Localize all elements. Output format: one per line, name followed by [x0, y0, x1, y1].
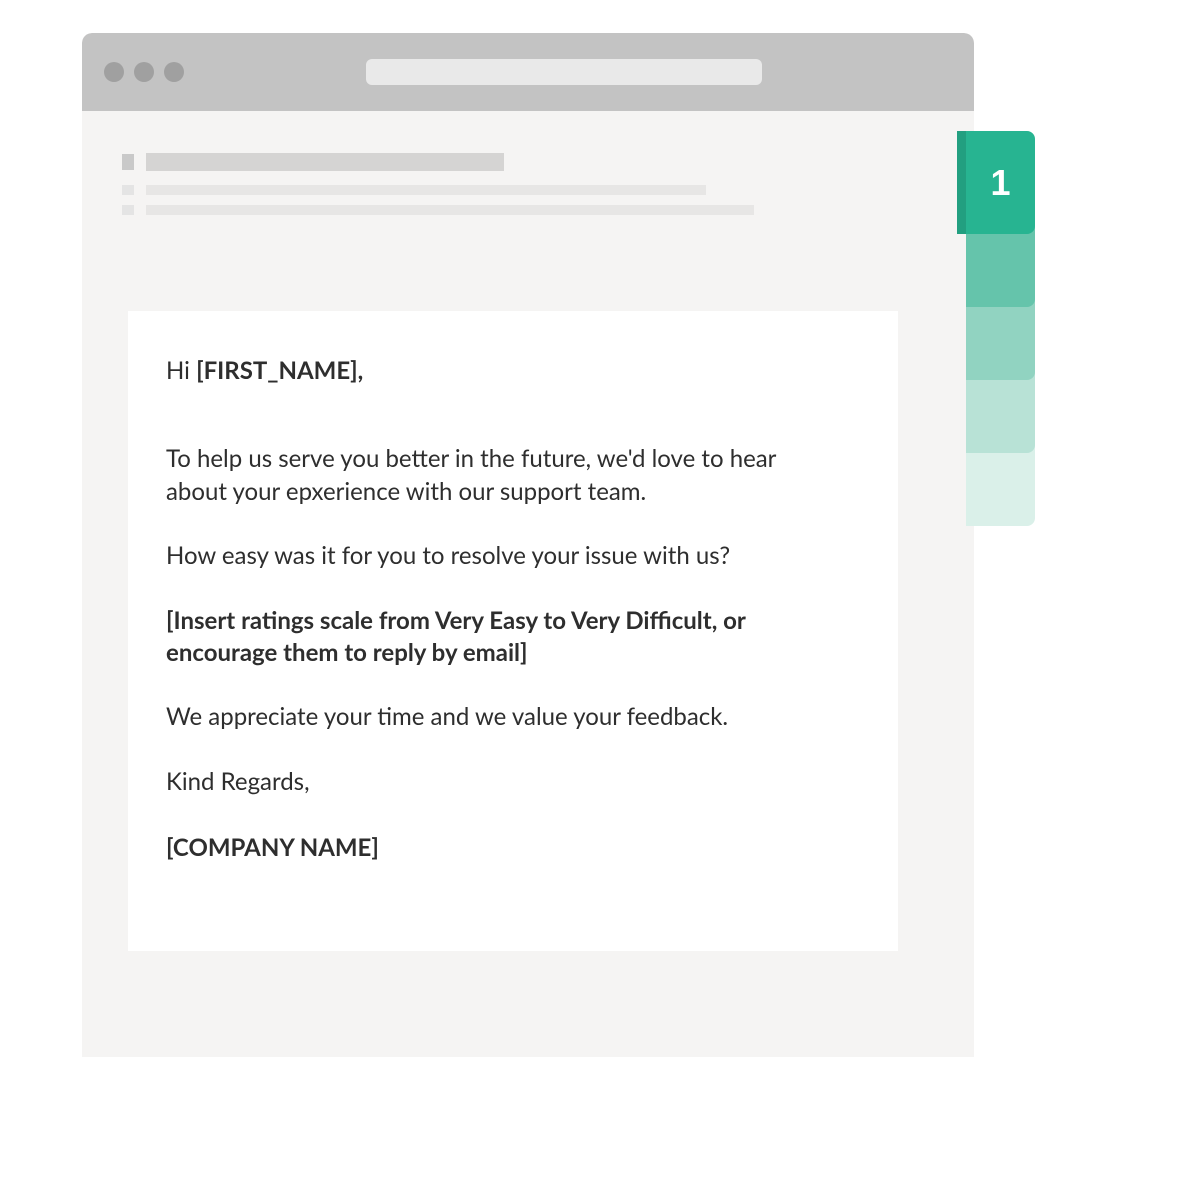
browser-titlebar [82, 33, 974, 111]
email-content-card: Hi [FIRST_NAME], To help us serve you be… [128, 311, 898, 951]
email-sender: [COMPANY NAME] [166, 832, 786, 864]
skeleton-bullet [122, 185, 134, 195]
skeleton-bar [146, 205, 754, 215]
greeting-token: [FIRST_NAME], [196, 356, 363, 385]
browser-window: Hi [FIRST_NAME], To help us serve you be… [82, 33, 974, 1057]
tab-label: 1 [990, 162, 1010, 204]
side-tab-1[interactable]: 1 [966, 131, 1035, 234]
window-dot-icon [104, 62, 124, 82]
window-controls [104, 62, 184, 82]
email-appreciation: We appreciate your time and we value you… [166, 701, 786, 733]
email-greeting: Hi [FIRST_NAME], [166, 355, 786, 387]
email-question: How easy was it for you to resolve your … [166, 540, 786, 572]
address-bar[interactable] [366, 59, 762, 85]
skeleton-bullet [122, 154, 134, 170]
email-signoff: Kind Regards, [166, 766, 786, 798]
greeting-prefix: Hi [166, 356, 196, 385]
email-body: Hi [FIRST_NAME], To help us serve you be… [166, 355, 786, 865]
window-dot-icon [164, 62, 184, 82]
spacer [166, 419, 786, 443]
email-intro: To help us serve you better in the futur… [166, 443, 786, 508]
window-dot-icon [134, 62, 154, 82]
email-rating-placeholder: [Insert ratings scale from Very Easy to … [166, 605, 786, 670]
skeleton-bullet [122, 205, 134, 215]
stage: 1 [0, 0, 1200, 1180]
skeleton-bar [146, 185, 706, 195]
email-header-skeleton [122, 153, 754, 225]
skeleton-bar [146, 153, 504, 171]
